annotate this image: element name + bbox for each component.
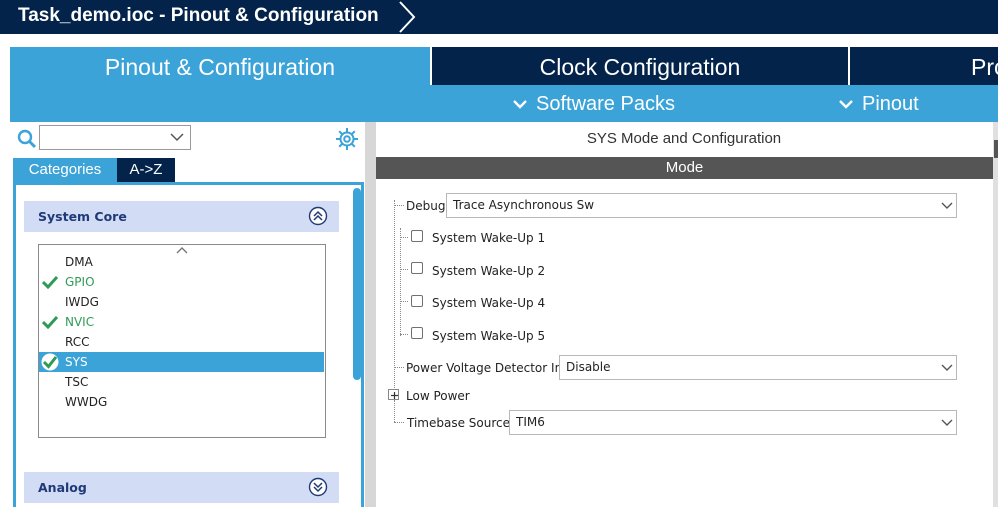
search-icon[interactable] xyxy=(16,128,38,150)
chevron-down-icon[interactable] xyxy=(170,132,184,142)
tree-line xyxy=(400,228,401,336)
wakeup-2-label: System Wake-Up 2 xyxy=(432,264,546,278)
right-scrollbar[interactable] xyxy=(993,122,998,507)
timebase-select[interactable]: TIM6 xyxy=(509,410,957,435)
checkmark-icon xyxy=(41,353,59,371)
timebase-label: Timebase Source xyxy=(407,416,511,430)
tab-a-to-z[interactable]: A->Z xyxy=(117,158,175,182)
list-item-nvic[interactable]: NVIC xyxy=(39,312,324,332)
low-power-label[interactable]: Low Power xyxy=(406,389,470,403)
window-title: Task_demo.ioc - Pinout & Configuration xyxy=(18,5,379,26)
chevron-down-icon[interactable] xyxy=(941,364,953,372)
panel-title: SYS Mode and Configuration xyxy=(586,130,782,147)
pvd-value: Disable xyxy=(566,360,611,374)
pinout-label: Pinout xyxy=(862,93,919,115)
tree-line xyxy=(394,400,395,422)
right-scrollbar-thumb[interactable] xyxy=(994,140,998,158)
tree-line xyxy=(394,205,404,206)
mode-section-header[interactable]: Mode xyxy=(376,157,993,179)
pvd-select[interactable]: Disable xyxy=(559,355,957,380)
tree-line xyxy=(400,334,408,335)
tab-project-manager[interactable]: Pro xyxy=(850,47,998,85)
gear-icon[interactable] xyxy=(334,126,360,152)
title-gap xyxy=(0,34,998,47)
category-header-analog[interactable]: Analog xyxy=(24,472,339,503)
wakeup-1-checkbox[interactable] xyxy=(411,230,423,242)
wakeup-4-label: System Wake-Up 4 xyxy=(432,296,546,310)
plus-icon xyxy=(391,392,398,399)
wakeup-4-checkbox[interactable] xyxy=(411,295,423,307)
search-input[interactable] xyxy=(39,125,191,150)
tree-line xyxy=(394,367,404,368)
category-header-system-core[interactable]: System Core xyxy=(24,201,339,232)
pvd-label: Power Voltage Detector In xyxy=(406,361,563,375)
debug-select[interactable]: Trace Asynchronous Sw xyxy=(446,193,957,218)
wakeup-1-label: System Wake-Up 1 xyxy=(432,231,546,245)
tree-line xyxy=(394,422,404,423)
list-item-sys[interactable]: SYS xyxy=(39,352,324,372)
pinout-menu[interactable]: Pinout xyxy=(838,90,919,118)
tab-categories[interactable]: Categories xyxy=(13,158,117,182)
debug-label: Debug xyxy=(406,199,446,213)
wakeup-2-checkbox[interactable] xyxy=(411,262,423,274)
chevron-down-icon[interactable] xyxy=(941,202,953,210)
list-item-rcc[interactable]: RCC xyxy=(39,332,324,352)
list-item-wwdg[interactable]: WWDG xyxy=(39,392,324,412)
tab-pinout-configuration[interactable]: Pinout & Configuration xyxy=(10,47,430,85)
wakeup-5-label: System Wake-Up 5 xyxy=(432,329,546,343)
software-packs-menu[interactable]: Software Packs xyxy=(512,90,675,118)
tab-clock-configuration[interactable]: Clock Configuration xyxy=(432,47,848,85)
list-item-gpio[interactable]: GPIO xyxy=(39,272,324,292)
list-item-tsc[interactable]: TSC xyxy=(39,372,324,392)
debug-value: Trace Asynchronous Sw xyxy=(453,198,595,212)
tree-line xyxy=(394,200,395,390)
panel-splitter[interactable] xyxy=(365,122,376,507)
collapse-icon[interactable] xyxy=(308,206,328,226)
breadcrumb-chevron-icon xyxy=(399,1,416,33)
chevron-down-icon xyxy=(839,100,853,109)
chevron-down-icon xyxy=(513,100,527,109)
tree-line xyxy=(400,237,408,238)
tree-line xyxy=(400,301,408,302)
list-item-iwdg[interactable]: IWDG xyxy=(39,292,324,312)
wakeup-5-checkbox[interactable] xyxy=(411,327,423,339)
chevron-down-icon[interactable] xyxy=(941,419,953,427)
expand-icon[interactable] xyxy=(308,477,328,497)
tree-line xyxy=(400,269,408,270)
software-packs-label: Software Packs xyxy=(536,93,675,115)
timebase-value: TIM6 xyxy=(516,415,545,429)
list-item-dma[interactable]: DMA xyxy=(39,252,324,272)
left-scrollbar[interactable] xyxy=(353,188,361,380)
